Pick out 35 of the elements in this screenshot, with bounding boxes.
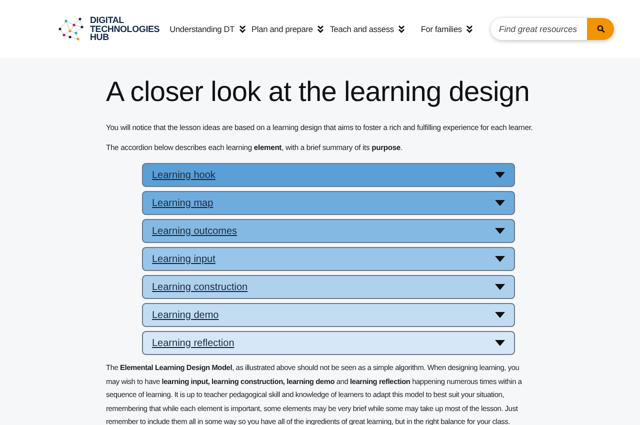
search-icon: [596, 25, 604, 33]
caret-icon: [495, 200, 505, 206]
chevron-icon: [398, 25, 405, 33]
search-button[interactable]: [587, 18, 614, 40]
caret-icon: [495, 340, 505, 346]
accordion-header[interactable]: Learning outcomes: [142, 219, 515, 243]
logo-text[interactable]: DIGITAL TECHNOLOGIES HUB: [90, 16, 160, 42]
nav-link[interactable]: Understanding DT: [170, 24, 246, 34]
nav-link[interactable]: Teach and assess: [330, 24, 405, 34]
chevron-icon: [316, 25, 324, 33]
accordion-link[interactable]: Learning outcomes: [152, 226, 238, 236]
nav-link[interactable]: For families: [420, 24, 473, 34]
accordion-link[interactable]: Learning construction: [152, 282, 248, 292]
chevron-icon: [238, 25, 246, 33]
accordion-link[interactable]: Learning reflection: [152, 338, 234, 348]
accordion-header[interactable]: Learning input: [142, 247, 515, 271]
accordion-header[interactable]: Learning demo: [142, 303, 515, 327]
accordion-link[interactable]: Learning demo: [152, 310, 219, 320]
caret-icon: [495, 172, 505, 178]
accordion-header[interactable]: Learning reflection: [142, 331, 515, 355]
caret-icon: [495, 228, 505, 234]
accordion-link[interactable]: Learning map: [152, 198, 214, 208]
accordion-header[interactable]: Learning hook: [142, 163, 515, 187]
chevron-icon: [466, 25, 473, 33]
caret-icon: [495, 312, 505, 318]
network-icon: [58, 17, 86, 41]
accordion-header[interactable]: Learning map: [142, 191, 515, 215]
search-field[interactable]: Find great resources: [491, 18, 614, 40]
accordion-link[interactable]: Learning hook: [152, 170, 216, 180]
accordion-link[interactable]: Learning input: [152, 254, 216, 264]
page-title: A closer look at the learning design: [106, 76, 530, 108]
caret-icon: [495, 256, 505, 262]
nav-link[interactable]: Plan and prepare: [252, 24, 324, 34]
accordion-header[interactable]: Learning construction: [142, 275, 515, 299]
caret-icon: [495, 284, 505, 290]
